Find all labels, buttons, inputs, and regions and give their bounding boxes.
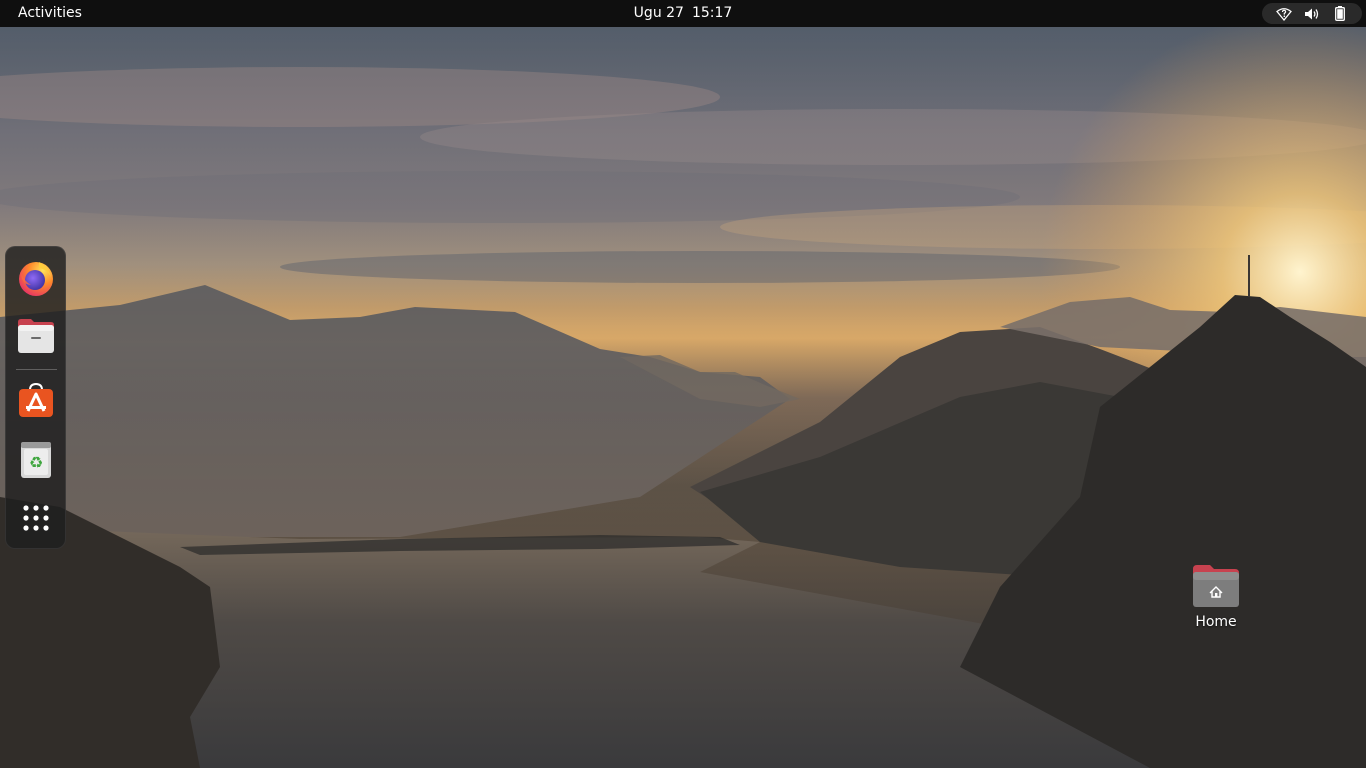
system-status-menu[interactable] [1262, 3, 1362, 24]
clock-time: 15:17 [691, 5, 733, 21]
dock-separator [16, 369, 57, 370]
dock: ♻ [5, 246, 66, 549]
app-store-icon [19, 382, 53, 417]
clock[interactable]: Ugu 27 15:17 [634, 0, 733, 27]
svg-text:♻: ♻ [29, 453, 43, 472]
dock-firefox[interactable] [13, 255, 59, 301]
desktop-home-folder[interactable]: Home [1186, 562, 1246, 638]
wifi-question-icon [1276, 6, 1292, 22]
firefox-icon [19, 262, 53, 296]
home-folder-icon [1193, 565, 1239, 607]
activities-button[interactable]: Activities [10, 0, 90, 27]
wallpaper-landscape [0, 27, 1366, 768]
home-folder-label: Home [1195, 614, 1237, 630]
app-grid-icon [23, 505, 49, 531]
battery-icon [1332, 6, 1348, 22]
dock-trash[interactable]: ♻ [13, 437, 59, 483]
clock-date: Ugu 27 [633, 5, 684, 21]
volume-icon [1304, 6, 1320, 22]
trash-icon: ♻ [21, 442, 51, 478]
dock-files[interactable] [13, 313, 59, 359]
files-icon [18, 319, 54, 353]
dock-show-applications[interactable] [13, 495, 59, 541]
dock-ubuntu-software[interactable] [13, 377, 59, 423]
desktop-wallpaper [0, 27, 1366, 768]
top-bar: Activities Ugu 27 15:17 [0, 0, 1366, 27]
